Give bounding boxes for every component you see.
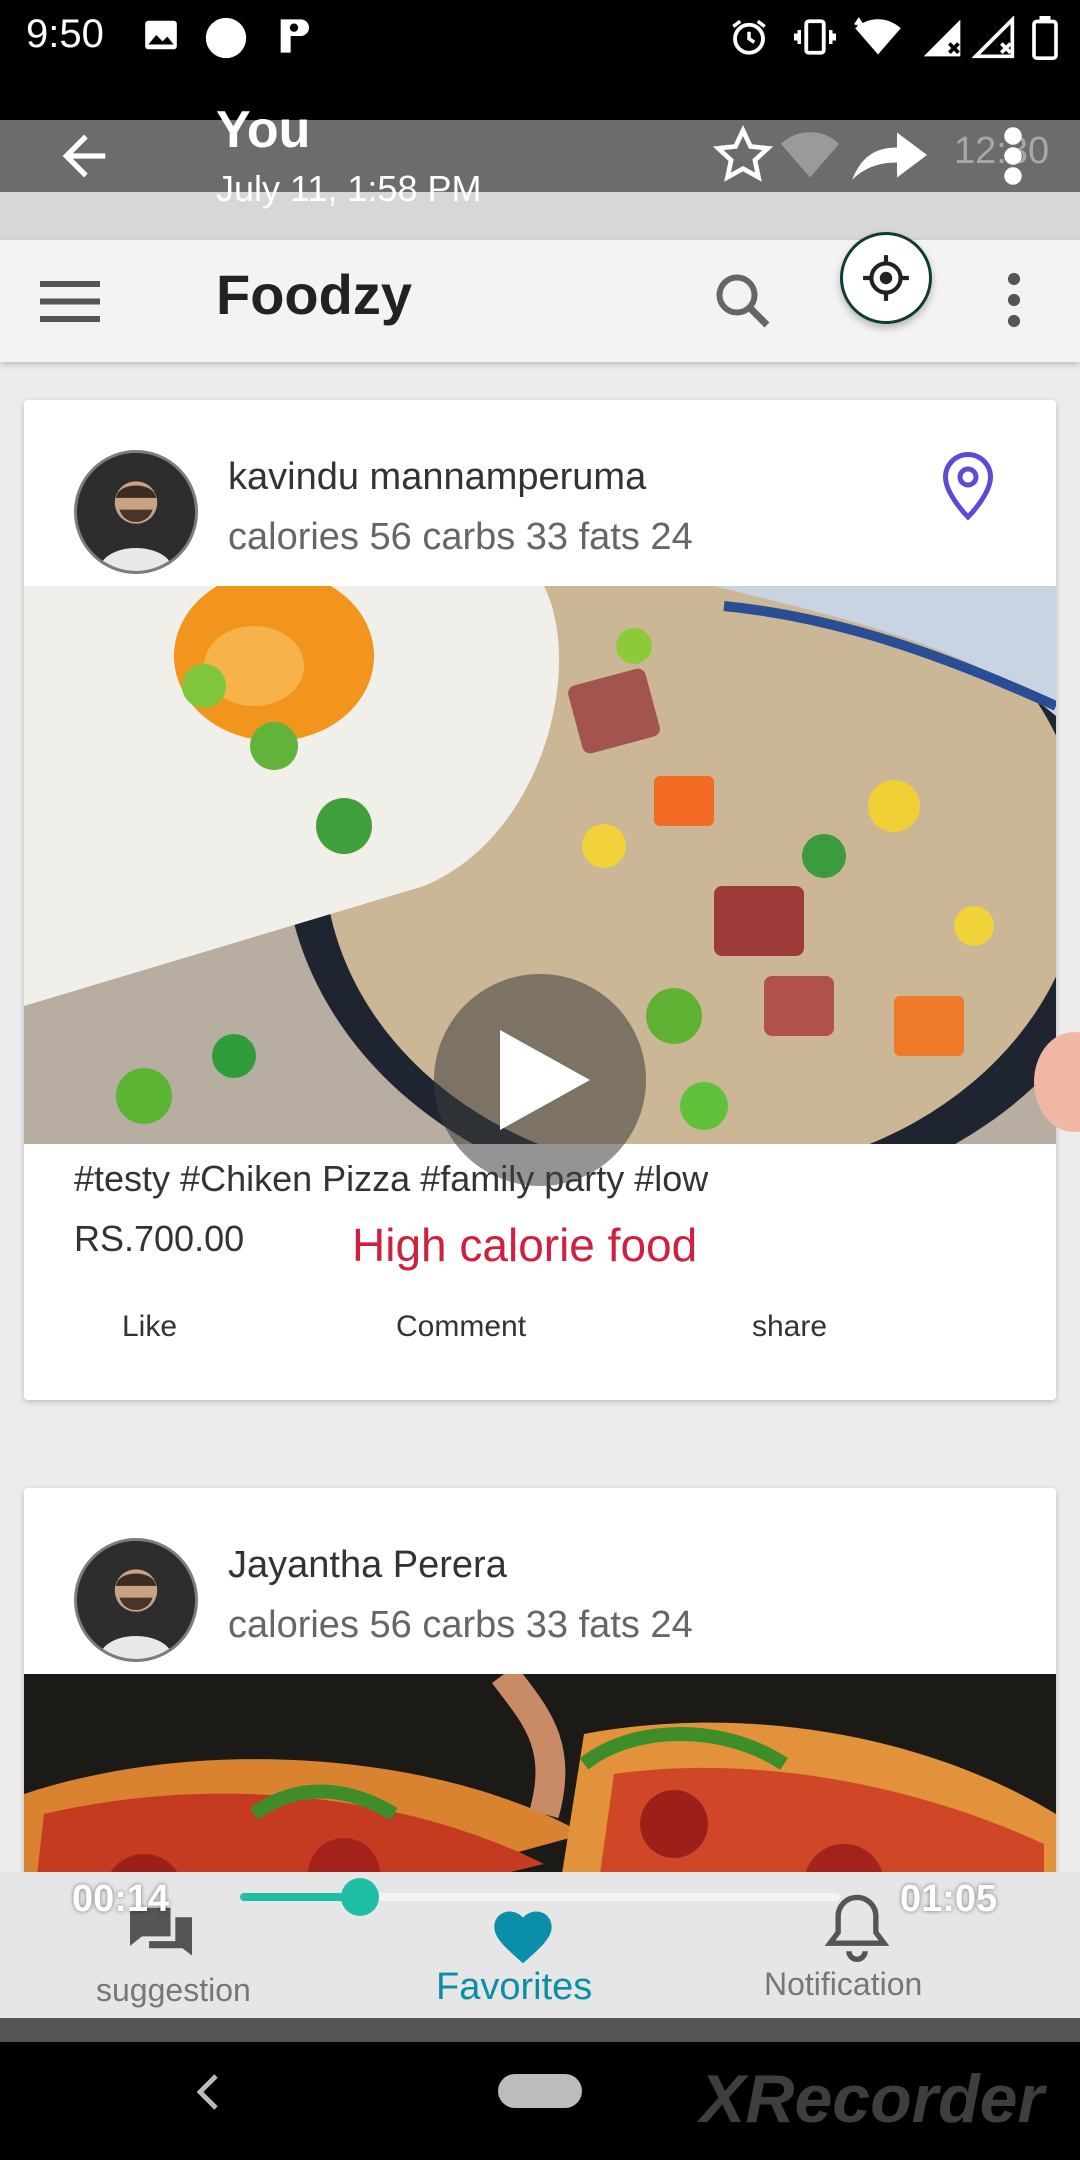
- food-image[interactable]: [24, 1674, 1056, 1872]
- pizza-image: [24, 1674, 1056, 1872]
- nav-back-icon[interactable]: [196, 2072, 220, 2112]
- signal-icon: [923, 19, 961, 57]
- avatar[interactable]: [74, 1538, 198, 1662]
- post-price: RS.700.00: [74, 1218, 245, 1259]
- comment-button[interactable]: Comment: [396, 1310, 526, 1344]
- alarm-icon: [732, 19, 766, 55]
- post-card: Jayantha Perera calories 56 carbs 33 fat…: [24, 1488, 1056, 1872]
- avatar-person-icon: [77, 1541, 195, 1659]
- bell-icon: [824, 1894, 890, 1962]
- video-seekbar[interactable]: [240, 1878, 840, 1916]
- calorie-label: High calorie food: [352, 1219, 698, 1271]
- image-icon: [145, 20, 177, 50]
- post-tags: #testy #Chiken Pizza #family party #low: [74, 1158, 709, 1199]
- crosshair-icon: [863, 255, 909, 301]
- nav-notification-label: Notification: [764, 1966, 923, 2002]
- video-current-time: 00:14: [72, 1878, 170, 1920]
- app-p-icon: [280, 19, 309, 53]
- post-card: kavindu mannamperuma calories 56 carbs 3…: [24, 400, 1056, 1400]
- wifi-icon: [854, 17, 901, 55]
- star-icon[interactable]: [712, 124, 774, 186]
- nav-home-pill[interactable]: [498, 2074, 582, 2108]
- more-vert-overlay-icon[interactable]: [1000, 126, 1026, 186]
- video-total-time: 01:05: [900, 1878, 998, 1920]
- share-arrow-icon[interactable]: [852, 124, 932, 186]
- location-pin-icon[interactable]: [938, 452, 998, 522]
- play-icon: [500, 1030, 590, 1130]
- signal-2-icon: [972, 16, 1015, 59]
- nav-favorites-label: Favorites: [436, 1966, 593, 2008]
- post-nutrition: calories 56 carbs 33 fats 24: [228, 1604, 693, 1646]
- avatar[interactable]: [74, 450, 198, 574]
- post-username: kavindu mannamperuma: [228, 456, 647, 498]
- menu-icon[interactable]: [40, 276, 100, 326]
- avatar-person-icon: [77, 453, 195, 571]
- app-title: Foodzy: [216, 263, 412, 326]
- video-header-lower: [0, 192, 1080, 240]
- vibrate-icon: [794, 19, 836, 55]
- wifi-overlay-icon: [780, 132, 840, 178]
- system-nav-bar: XRecorder: [0, 2042, 1080, 2160]
- like-button[interactable]: Like: [122, 1310, 177, 1344]
- post-nutrition: calories 56 carbs 33 fats 24: [228, 516, 693, 558]
- video-title: You: [216, 101, 311, 159]
- circle-icon: [205, 17, 247, 59]
- back-arrow-icon[interactable]: [52, 124, 116, 188]
- my-location-button[interactable]: [840, 232, 932, 324]
- system-nav-divider: [0, 2018, 1080, 2042]
- video-date: July 11, 1:58 PM: [216, 168, 482, 209]
- recorder-watermark: XRecorder: [700, 2061, 1044, 2137]
- share-button[interactable]: share: [752, 1310, 827, 1344]
- status-time: 9:50: [26, 12, 104, 56]
- play-button[interactable]: [434, 974, 646, 1186]
- nav-suggestion-label: suggestion: [96, 1972, 251, 2008]
- heart-icon: [494, 1911, 552, 1964]
- post-username: Jayantha Perera: [228, 1544, 507, 1586]
- app-bar: Foodzy: [0, 232, 1080, 362]
- search-icon[interactable]: [712, 270, 772, 330]
- more-vert-icon[interactable]: [1004, 272, 1024, 328]
- battery-icon: [1032, 16, 1058, 60]
- seekbar-thumb[interactable]: [341, 1878, 379, 1916]
- status-bar: 9:50: [0, 0, 1080, 72]
